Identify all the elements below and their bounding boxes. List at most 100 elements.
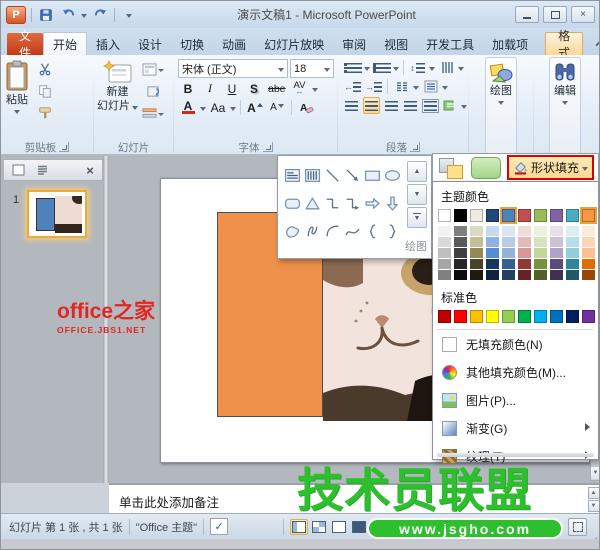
theme-variant-swatch[interactable] [438, 237, 451, 248]
numbering-caret[interactable] [393, 66, 399, 71]
align-text-caret[interactable] [442, 85, 448, 90]
notes-scroll-down-button[interactable]: ▼ [587, 500, 599, 512]
theme-color-swatch[interactable] [518, 209, 531, 222]
columns-button[interactable] [392, 78, 411, 95]
theme-variant-swatch[interactable] [454, 259, 467, 270]
theme-variant-swatch[interactable] [534, 270, 547, 281]
shape-rectangle-icon[interactable] [362, 161, 382, 189]
justify-button[interactable] [402, 97, 420, 114]
text-direction-caret[interactable] [458, 66, 464, 71]
theme-variant-swatch[interactable] [550, 259, 563, 270]
shape-arc-icon[interactable] [322, 217, 342, 245]
theme-variant-swatch[interactable] [470, 248, 483, 259]
bullets-button[interactable] [343, 59, 362, 76]
undo-dropdown-caret[interactable] [81, 13, 87, 18]
theme-color-swatch[interactable] [454, 209, 467, 222]
gallery-more-button[interactable]: ▼ [407, 207, 427, 228]
slide-thumbnail[interactable] [27, 190, 87, 238]
outline-tab[interactable] [34, 163, 50, 177]
theme-variant-swatch[interactable] [582, 259, 595, 270]
numbering-button[interactable] [372, 59, 391, 76]
theme-variant-swatch[interactable] [486, 259, 499, 270]
fill-menu-item-more-fill-colors[interactable]: 其他填充颜色(M)... [433, 358, 598, 386]
tab-animations[interactable]: 动画 [213, 33, 255, 55]
notes-placeholder[interactable]: 单击此处添加备注 [119, 492, 219, 511]
save-button[interactable] [37, 6, 55, 23]
theme-variant-swatch[interactable] [534, 259, 547, 270]
theme-name[interactable]: "Office 主题" [136, 519, 197, 535]
customize-quick-access-button[interactable] [120, 6, 138, 23]
standard-color-swatch[interactable] [566, 310, 579, 323]
gallery-scroll-up-button[interactable]: ▲ [407, 161, 427, 182]
new-slide-button[interactable]: 新建 幻灯片 [95, 57, 140, 140]
theme-variant-swatch[interactable] [550, 237, 563, 248]
close-pane-button[interactable]: × [82, 163, 98, 178]
editing-menu-button[interactable]: 编辑 [549, 57, 581, 154]
theme-variant-swatch[interactable] [534, 248, 547, 259]
align-left-button[interactable] [343, 97, 361, 114]
section-button[interactable] [142, 104, 164, 122]
tab-file[interactable]: 文件 [7, 29, 44, 60]
font-dialog-launcher[interactable] [262, 142, 273, 152]
theme-color-swatch[interactable] [470, 209, 483, 222]
convert-smartart-button[interactable] [441, 97, 459, 114]
standard-color-swatch[interactable] [550, 310, 563, 323]
theme-variant-swatch[interactable] [438, 259, 451, 270]
tab-transitions[interactable]: 切换 [171, 33, 213, 55]
theme-variant-swatch[interactable] [486, 248, 499, 259]
arrange-icon[interactable] [437, 157, 467, 179]
fit-to-window-button[interactable] [568, 517, 587, 536]
theme-variant-swatch[interactable] [566, 270, 579, 281]
clear-formatting-button[interactable]: A [296, 99, 316, 116]
clipboard-dialog-launcher[interactable] [59, 142, 70, 152]
bold-button[interactable]: B [178, 80, 198, 97]
shape-triangle-icon[interactable] [302, 189, 322, 217]
shape-line-icon[interactable] [322, 161, 342, 189]
theme-variant-swatch[interactable] [438, 248, 451, 259]
shape-elbow-connector-icon[interactable] [322, 189, 342, 217]
grow-font-button[interactable]: A [245, 99, 265, 116]
theme-variant-swatch[interactable] [582, 226, 595, 237]
theme-variant-swatch[interactable] [550, 270, 563, 281]
shape-left-brace-icon[interactable] [362, 217, 382, 245]
font-color-button[interactable]: A [178, 99, 198, 116]
theme-color-swatch[interactable] [580, 207, 597, 224]
theme-variant-swatch[interactable] [566, 226, 579, 237]
theme-variant-swatch[interactable] [438, 226, 451, 237]
theme-color-swatch[interactable] [486, 209, 499, 222]
increase-indent-button[interactable]: → [364, 78, 383, 95]
character-spacing-button[interactable]: AV ↔ [290, 80, 310, 97]
restore-button[interactable] [543, 6, 567, 23]
shape-arrow-icon[interactable] [342, 161, 362, 189]
theme-variant-swatch[interactable] [582, 237, 595, 248]
standard-color-swatch[interactable] [454, 310, 467, 323]
theme-variant-swatch[interactable] [502, 248, 515, 259]
reset-button[interactable] [142, 82, 164, 100]
fill-menu-item-gradient[interactable]: 渐变(G) [433, 414, 598, 442]
shape-scribble-icon[interactable] [302, 217, 322, 245]
strikethrough-button[interactable]: abe [266, 80, 288, 97]
paste-button[interactable]: 粘贴 [2, 57, 32, 140]
undo-button[interactable] [59, 6, 77, 23]
theme-color-swatch[interactable] [438, 209, 451, 222]
theme-variant-swatch[interactable] [486, 237, 499, 248]
theme-variant-swatch[interactable] [502, 226, 515, 237]
columns-caret[interactable] [413, 85, 419, 90]
line-spacing-button[interactable]: ↕ [408, 59, 427, 76]
notes-scroll-up-button[interactable]: ▲ [587, 487, 599, 499]
theme-variant-swatch[interactable] [438, 270, 451, 281]
cut-button[interactable] [34, 60, 56, 78]
paragraph-dialog-launcher[interactable] [410, 142, 420, 152]
smartart-caret[interactable] [460, 104, 467, 109]
align-text-button[interactable] [421, 78, 440, 95]
slide-info[interactable]: 幻灯片 第 1 张 , 共 1 张 [9, 519, 123, 535]
fill-menu-item-no-fill[interactable]: 无填充颜色(N) [433, 330, 598, 358]
drawing-menu-button[interactable]: 绘图 [485, 57, 517, 154]
theme-variant-swatch[interactable] [582, 270, 595, 281]
theme-variant-swatch[interactable] [550, 226, 563, 237]
tab-slideshow[interactable]: 幻灯片放映 [255, 33, 333, 55]
shrink-font-button[interactable]: A [267, 99, 287, 116]
shape-curve-icon[interactable] [342, 217, 362, 245]
distribute-button[interactable] [422, 97, 440, 114]
theme-variant-swatch[interactable] [502, 237, 515, 248]
